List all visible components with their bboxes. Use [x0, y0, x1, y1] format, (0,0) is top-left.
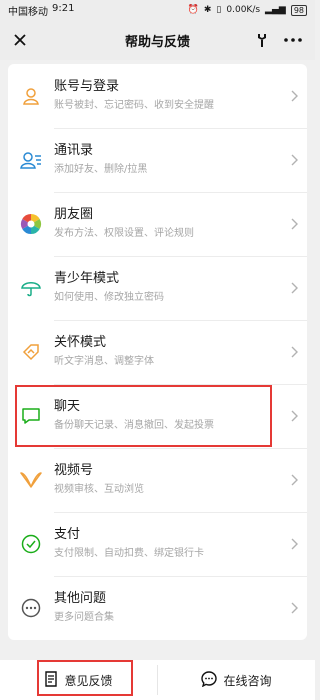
battery-icon: 98 — [290, 4, 307, 16]
more-icon[interactable] — [280, 28, 306, 52]
close-icon[interactable] — [8, 28, 32, 52]
feedback-label: 意见反馈 — [64, 673, 113, 688]
carrier-label: 中国移动 — [8, 6, 48, 18]
help-item-moments[interactable]: 朋友圈 发布方法、权限设置、评论规则 — [8, 192, 307, 256]
help-item-title: 支付 — [54, 527, 81, 542]
nav-bar: 帮助与反馈 — [0, 20, 315, 60]
person-icon — [8, 86, 54, 106]
feedback-button[interactable]: 意见反馈 — [0, 660, 157, 700]
bluetooth-icon: ✱ — [203, 5, 212, 15]
help-item-contacts[interactable]: 通讯录 添加好友、删除/拉黑 — [8, 128, 307, 192]
signal-icon: ▂▄▆ — [265, 5, 286, 15]
status-bar: 中国移动 9:21 ⏰ ✱ ▯ 0.00K/s ▂▄▆ 98 — [0, 0, 315, 20]
help-item-title: 关怀模式 — [54, 335, 107, 350]
help-item-title: 朋友圈 — [54, 207, 94, 222]
alarm-icon: ⏰ — [187, 5, 199, 15]
chevron-right-icon — [283, 282, 307, 294]
pay-icon — [8, 534, 54, 554]
chevron-right-icon — [283, 410, 307, 422]
help-item-subtitle: 支付限制、自动扣费、绑定银行卡 — [54, 548, 204, 559]
help-item-title: 聊天 — [54, 399, 81, 414]
bottom-bar: 意见反馈 在线咨询 — [0, 660, 315, 700]
chevron-right-icon — [283, 602, 307, 614]
help-item-title: 通讯录 — [54, 143, 94, 158]
help-item-account[interactable]: 账号与登录 账号被封、忘记密码、收到安全提醒 — [8, 64, 307, 128]
help-item-care-mode[interactable]: 关怀模式 听文字消息、调整字体 — [8, 320, 307, 384]
chevron-right-icon — [283, 218, 307, 230]
chevron-right-icon — [283, 346, 307, 358]
help-item-subtitle: 视频审核、互动浏览 — [54, 484, 144, 495]
network-speed: 0.00K/s — [226, 5, 261, 15]
vibrate-icon: ▯ — [216, 5, 222, 15]
page-title: 帮助与反馈 — [124, 34, 190, 50]
help-item-subtitle: 添加好友、删除/拉黑 — [54, 164, 148, 175]
channels-icon — [8, 471, 54, 489]
care-icon — [8, 342, 54, 362]
moments-icon — [8, 213, 54, 235]
help-item-title: 账号与登录 — [54, 79, 120, 94]
help-item-subtitle: 听文字消息、调整字体 — [54, 356, 154, 367]
chat-bubble-icon — [201, 670, 218, 690]
contacts-icon — [8, 150, 54, 170]
more-circle-icon — [8, 598, 54, 618]
help-item-title: 视频号 — [54, 463, 94, 478]
help-item-title: 青少年模式 — [54, 271, 120, 286]
help-item-subtitle: 如何使用、修改独立密码 — [54, 292, 164, 303]
help-item-subtitle: 更多问题合集 — [54, 612, 114, 623]
feedback-icon — [44, 670, 58, 690]
help-topics-list: 账号与登录 账号被封、忘记密码、收到安全提醒 通讯录 添加好友、删除/拉黑 朋友… — [8, 64, 307, 640]
status-time: 9:21 — [52, 2, 75, 14]
online-consult-button[interactable]: 在线咨询 — [158, 660, 315, 700]
help-item-title: 其他问题 — [54, 591, 107, 606]
help-item-chat[interactable]: 聊天 备份聊天记录、消息撤回、发起投票 — [8, 384, 307, 448]
help-item-subtitle: 发布方法、权限设置、评论规则 — [54, 228, 194, 239]
chevron-right-icon — [283, 154, 307, 166]
chevron-right-icon — [283, 474, 307, 486]
help-item-channels[interactable]: 视频号 视频审核、互动浏览 — [8, 448, 307, 512]
help-item-pay[interactable]: 支付 支付限制、自动扣费、绑定银行卡 — [8, 512, 307, 576]
chevron-right-icon — [283, 538, 307, 550]
help-item-subtitle: 账号被封、忘记密码、收到安全提醒 — [54, 100, 214, 111]
help-item-subtitle: 备份聊天记录、消息撤回、发起投票 — [54, 420, 214, 431]
help-item-other[interactable]: 其他问题 更多问题合集 — [8, 576, 307, 640]
consult-label: 在线咨询 — [223, 673, 272, 688]
help-item-teen-mode[interactable]: 青少年模式 如何使用、修改独立密码 — [8, 256, 307, 320]
chevron-right-icon — [283, 90, 307, 102]
chat-icon — [8, 407, 54, 425]
wrench-icon[interactable] — [252, 28, 272, 52]
umbrella-icon — [8, 278, 54, 298]
